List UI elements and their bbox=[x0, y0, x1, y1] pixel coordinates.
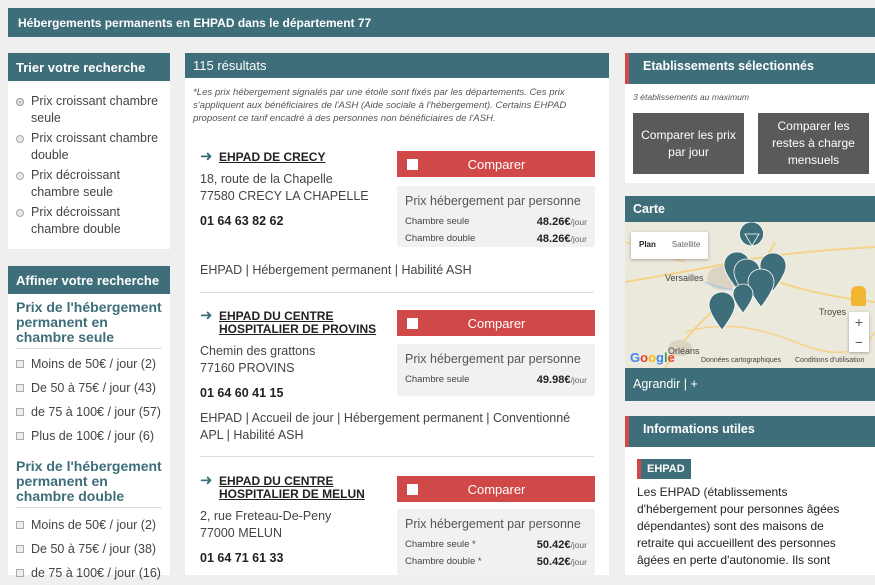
map-title: Carte bbox=[625, 196, 875, 222]
filter-double-50-75[interactable]: De 50 à 75€ / jour (38) bbox=[16, 537, 170, 561]
compare-button[interactable]: Comparer bbox=[397, 476, 595, 502]
map-marker-icon bbox=[739, 222, 764, 247]
filter-group-single-title: Prix de l'hébergement permanent en chamb… bbox=[16, 300, 162, 349]
map-type-plan[interactable]: Plan bbox=[631, 232, 664, 259]
map-expand-link[interactable]: Agrandir | + bbox=[625, 368, 875, 401]
checkbox-icon[interactable] bbox=[16, 521, 24, 529]
results-panel: 115 résultats *Les prix hébergement sign… bbox=[185, 53, 609, 575]
refine-panel: Affiner votre recherche Prix de l'héberg… bbox=[8, 266, 170, 580]
radio-selected-icon[interactable] bbox=[16, 98, 24, 106]
sort-title: Trier votre recherche bbox=[8, 53, 170, 81]
price-box: Prix hébergement par personne Chambre se… bbox=[397, 509, 595, 575]
checkbox-icon[interactable] bbox=[16, 569, 24, 577]
zoom-in-button[interactable]: + bbox=[849, 312, 869, 332]
page-title: Hébergements permanents en EHPAD dans le… bbox=[8, 8, 875, 37]
sort-option-price-desc-single[interactable]: Prix décroissant chambre seule bbox=[16, 167, 170, 201]
sort-option-price-asc-single[interactable]: Prix croissant chambre seule bbox=[16, 93, 170, 127]
filter-double-75-100[interactable]: de 75 à 100€ / jour (16) bbox=[16, 561, 170, 585]
map-marker-icon bbox=[747, 268, 775, 308]
radio-icon[interactable] bbox=[16, 172, 24, 180]
result-name-link[interactable]: EHPAD DU CENTRE HOSPITALIER DE MELUN bbox=[219, 475, 384, 501]
checkbox-icon[interactable] bbox=[16, 545, 24, 553]
zoom-control: + − bbox=[849, 312, 869, 352]
checkbox-icon[interactable] bbox=[16, 408, 24, 416]
selected-panel: Etablissements sélectionnés 3 établissem… bbox=[625, 53, 875, 183]
radio-icon[interactable] bbox=[16, 209, 24, 217]
filter-single-under-50[interactable]: Moins de 50€ / jour (2) bbox=[16, 352, 170, 376]
checkbox-icon[interactable] bbox=[16, 432, 24, 440]
map-panel: Carte Versailles Orléans Troyes Plan Sat… bbox=[625, 196, 875, 401]
google-logo: Google bbox=[630, 350, 675, 365]
arrow-right-icon: ➜ bbox=[200, 148, 213, 165]
map-type-control: Plan Satellite bbox=[631, 232, 709, 259]
result-name-link[interactable]: EHPAD DU CENTRE HOSPITALIER DE PROVINS bbox=[219, 310, 384, 336]
arrow-right-icon: ➜ bbox=[200, 307, 213, 324]
sort-option-price-desc-double[interactable]: Prix décroissant chambre double bbox=[16, 204, 170, 238]
arrow-right-icon: ➜ bbox=[200, 472, 213, 489]
price-box: Prix hébergement par personne Chambre se… bbox=[397, 344, 595, 396]
info-panel: Informations utiles EHPAD Les EHPAD (éta… bbox=[625, 416, 875, 575]
map-view[interactable]: Versailles Orléans Troyes Plan Satellite… bbox=[625, 222, 875, 368]
filter-group-double-title: Prix de l'hébergement permanent en chamb… bbox=[16, 459, 162, 508]
compare-checkbox-icon[interactable] bbox=[407, 158, 418, 170]
refine-title: Affiner votre recherche bbox=[8, 266, 170, 294]
divider bbox=[200, 292, 594, 293]
compare-checkbox-icon[interactable] bbox=[407, 317, 418, 329]
zoom-out-button[interactable]: − bbox=[849, 332, 869, 352]
results-count: 115 résultats bbox=[185, 53, 609, 78]
result-services: EHPAD | Accueil de jour | Hébergement pe… bbox=[200, 411, 571, 442]
compare-checkbox-icon[interactable] bbox=[407, 483, 418, 495]
divider bbox=[200, 456, 594, 457]
compare-rest-button[interactable]: Comparer les restes à charge mensuels bbox=[758, 113, 869, 174]
map-marker-icon bbox=[708, 291, 736, 331]
street-view-icon[interactable] bbox=[851, 286, 866, 306]
map-data-credit[interactable]: Données cartographiques bbox=[701, 357, 781, 364]
selected-note: 3 établissements au maximum bbox=[633, 92, 750, 102]
radio-icon[interactable] bbox=[16, 135, 24, 143]
map-type-satellite[interactable]: Satellite bbox=[664, 232, 708, 259]
info-title: Informations utiles bbox=[625, 416, 875, 447]
compare-prices-button[interactable]: Comparer les prix par jour bbox=[633, 113, 744, 174]
sort-panel: Trier votre recherche Prix croissant cha… bbox=[8, 53, 170, 249]
price-note: *Les prix hébergement signalés par une é… bbox=[193, 87, 567, 124]
selected-title: Etablissements sélectionnés bbox=[625, 53, 875, 84]
info-text: Les EHPAD (établissements d'hébergement … bbox=[637, 485, 840, 567]
filter-single-over-100[interactable]: Plus de 100€ / jour (6) bbox=[16, 424, 170, 448]
result-name-link[interactable]: EHPAD DE CRECY bbox=[219, 151, 384, 164]
map-terms-link[interactable]: Conditions d'utilisation bbox=[795, 357, 864, 364]
compare-button[interactable]: Comparer bbox=[397, 310, 595, 336]
map-marker-icon bbox=[732, 283, 754, 314]
info-tag: EHPAD bbox=[637, 459, 691, 479]
filter-single-50-75[interactable]: De 50 à 75€ / jour (43) bbox=[16, 376, 170, 400]
checkbox-icon[interactable] bbox=[16, 384, 24, 392]
sort-option-price-asc-double[interactable]: Prix croissant chambre double bbox=[16, 130, 170, 164]
filter-double-under-50[interactable]: Moins de 50€ / jour (2) bbox=[16, 513, 170, 537]
checkbox-icon[interactable] bbox=[16, 360, 24, 368]
compare-button[interactable]: Comparer bbox=[397, 151, 595, 177]
result-services: EHPAD | Hébergement permanent | Habilité… bbox=[200, 263, 472, 277]
price-box: Prix hébergement par personne Chambre se… bbox=[397, 186, 595, 247]
filter-single-75-100[interactable]: de 75 à 100€ / jour (57) bbox=[16, 400, 170, 424]
